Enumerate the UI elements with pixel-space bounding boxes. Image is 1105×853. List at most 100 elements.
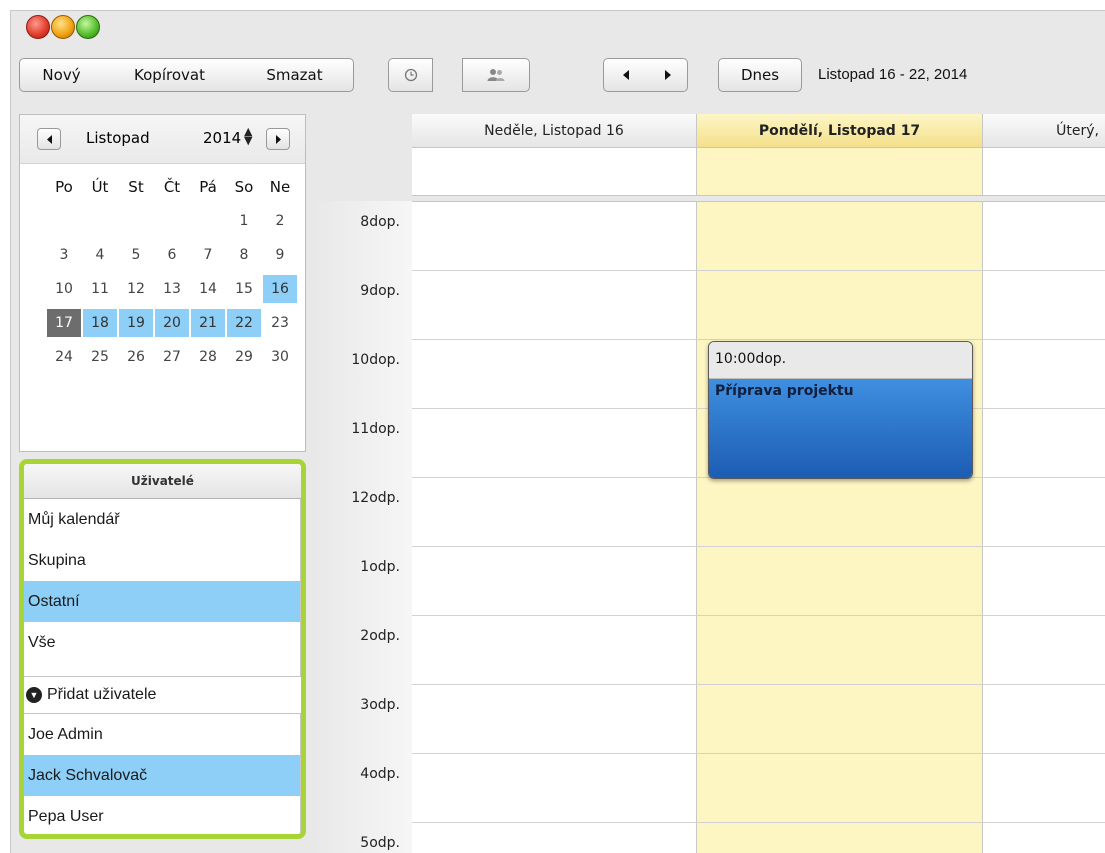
day-cell[interactable]: 3 bbox=[47, 241, 81, 269]
day-cell[interactable]: 14 bbox=[191, 275, 225, 303]
hour-label: 11dop. bbox=[351, 421, 400, 437]
list-divider bbox=[24, 663, 301, 677]
add-user-button[interactable]: ▼ Přidat uživatele bbox=[24, 677, 301, 714]
day-cell[interactable]: 27 bbox=[155, 343, 189, 371]
event-time: 10:00dop. bbox=[709, 342, 972, 379]
day-cell[interactable]: 6 bbox=[155, 241, 189, 269]
hour-label: 2odp. bbox=[360, 628, 400, 644]
week-row: 24 25 26 27 28 29 30 bbox=[46, 340, 298, 374]
empty-day-cell bbox=[191, 207, 225, 235]
weekday-label: Čt bbox=[163, 178, 181, 196]
hour-line bbox=[412, 684, 1105, 685]
day-cell[interactable]: 29 bbox=[227, 343, 261, 371]
hour-line bbox=[412, 270, 1105, 271]
week-row: 12 bbox=[46, 204, 298, 238]
hour-line bbox=[412, 822, 1105, 823]
day-cell[interactable]: 16 bbox=[263, 275, 297, 303]
year-stepper[interactable]: 2014 bbox=[203, 129, 241, 147]
user-item[interactable]: Pepa User bbox=[24, 796, 301, 834]
day-cell[interactable]: 15 bbox=[227, 275, 261, 303]
mini-calendar-month: Listopad bbox=[86, 129, 150, 147]
weekday-label: Ne bbox=[269, 178, 291, 196]
calendar-filter-item[interactable]: Vše bbox=[24, 622, 301, 663]
day-cell[interactable]: 8 bbox=[227, 241, 261, 269]
day-column-tuesday[interactable] bbox=[983, 201, 1105, 853]
zoom-window-button[interactable] bbox=[76, 15, 100, 39]
user-item[interactable]: Joe Admin bbox=[24, 714, 301, 755]
day-header-sunday[interactable]: Neděle, Listopad 16 bbox=[412, 114, 697, 148]
day-column-sunday[interactable] bbox=[412, 201, 697, 853]
day-cell[interactable]: 10 bbox=[47, 275, 81, 303]
day-cell[interactable]: 5 bbox=[119, 241, 153, 269]
day-cell[interactable]: 23 bbox=[263, 309, 297, 337]
event-title: Příprava projektu bbox=[709, 379, 972, 478]
week-row: 10 11 12 13 14 15 16 bbox=[46, 272, 298, 306]
copy-button[interactable]: Kopírovat bbox=[103, 58, 237, 92]
day-cell[interactable]: 7 bbox=[191, 241, 225, 269]
empty-day-cell bbox=[119, 207, 153, 235]
day-cell[interactable]: 26 bbox=[119, 343, 153, 371]
day-cell[interactable]: 17 bbox=[47, 309, 81, 337]
mini-calendar-header: Listopad 2014 ▲ ▼ bbox=[20, 115, 305, 164]
all-day-cell-tuesday[interactable] bbox=[983, 148, 1105, 196]
day-cell[interactable]: 25 bbox=[83, 343, 117, 371]
calendar-filter-item[interactable]: Můj kalendář bbox=[24, 499, 301, 540]
day-cell[interactable]: 12 bbox=[119, 275, 153, 303]
calendar-window: Nový Kopírovat Smazat Dnes Listopad 16 -… bbox=[10, 10, 1105, 853]
arrow-left-icon bbox=[46, 134, 52, 144]
minimize-window-button[interactable] bbox=[51, 15, 75, 39]
mini-calendar-grid: Po Út St Čt Pá So Ne 1 2 3 4 5 6 7 8 9 10 11 12 13 14 15 16 17 1… bbox=[46, 170, 298, 374]
users-view-button[interactable] bbox=[462, 58, 530, 92]
weekday-label: So bbox=[234, 178, 254, 196]
all-day-cell-monday[interactable] bbox=[697, 148, 983, 196]
day-cell[interactable]: 19 bbox=[119, 309, 153, 337]
year-stepper-arrows-icon[interactable]: ▲ ▼ bbox=[244, 126, 252, 146]
day-cell[interactable]: 28 bbox=[191, 343, 225, 371]
day-header-monday[interactable]: Pondělí, Listopad 17 bbox=[697, 114, 983, 148]
chevron-down-icon: ▼ bbox=[26, 687, 42, 703]
day-cell[interactable]: 30 bbox=[263, 343, 297, 371]
calendar-event[interactable]: 10:00dop. Příprava projektu bbox=[708, 341, 973, 479]
day-cell[interactable]: 13 bbox=[155, 275, 189, 303]
add-user-label: Přidat uživatele bbox=[47, 686, 157, 703]
hour-line bbox=[412, 615, 1105, 616]
day-cell[interactable]: 18 bbox=[83, 309, 117, 337]
week-row: 17 18 19 20 21 22 23 bbox=[46, 306, 298, 340]
day-column-monday[interactable] bbox=[697, 201, 983, 853]
hour-line bbox=[412, 339, 1105, 340]
users-panel-header: Uživatelé bbox=[24, 464, 301, 499]
day-cell[interactable]: 2 bbox=[263, 207, 297, 235]
hour-label: 12odp. bbox=[351, 490, 400, 506]
time-view-button[interactable] bbox=[388, 58, 433, 92]
day-cell[interactable]: 22 bbox=[227, 309, 261, 337]
next-month-button[interactable] bbox=[266, 128, 290, 150]
delete-button[interactable]: Smazat bbox=[236, 58, 354, 92]
day-cell[interactable]: 4 bbox=[83, 241, 117, 269]
close-window-button[interactable] bbox=[26, 15, 50, 39]
empty-day-cell bbox=[47, 207, 81, 235]
calendar-filter-item[interactable]: Skupina bbox=[24, 540, 301, 581]
users-icon bbox=[487, 69, 505, 81]
weekday-label: St bbox=[128, 178, 144, 196]
date-range-label: Listopad 16 - 22, 2014 bbox=[818, 66, 968, 83]
week-row: 3456789 bbox=[46, 238, 298, 272]
new-button[interactable]: Nový bbox=[19, 58, 104, 92]
day-header-tuesday[interactable]: Úterý, bbox=[983, 114, 1105, 148]
arrow-right-icon bbox=[664, 70, 671, 80]
day-cell[interactable]: 20 bbox=[155, 309, 189, 337]
weekday-label: Út bbox=[91, 178, 109, 196]
today-button[interactable]: Dnes bbox=[718, 58, 802, 92]
day-cell[interactable]: 1 bbox=[227, 207, 261, 235]
day-cell[interactable]: 21 bbox=[191, 309, 225, 337]
user-item[interactable]: Jack Schvalovač bbox=[24, 755, 301, 796]
previous-month-button[interactable] bbox=[37, 128, 61, 150]
day-cell[interactable]: 24 bbox=[47, 343, 81, 371]
calendar-filter-item[interactable]: Ostatní bbox=[24, 581, 301, 622]
empty-day-cell bbox=[155, 207, 189, 235]
all-day-cell-sunday[interactable] bbox=[412, 148, 697, 196]
next-week-button[interactable] bbox=[648, 58, 688, 92]
day-cell[interactable]: 9 bbox=[263, 241, 297, 269]
user-list: Joe Admin Jack Schvalovač Pepa User bbox=[24, 714, 301, 834]
previous-week-button[interactable] bbox=[603, 58, 649, 92]
day-cell[interactable]: 11 bbox=[83, 275, 117, 303]
